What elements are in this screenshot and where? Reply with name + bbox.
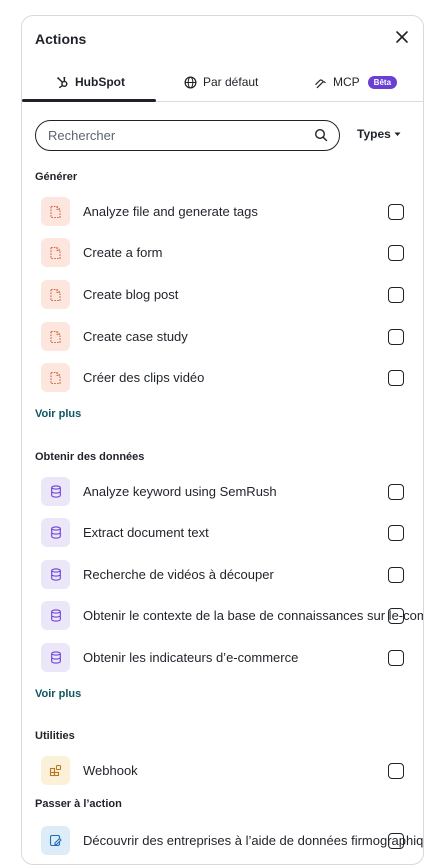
item-checkbox[interactable] bbox=[388, 287, 404, 303]
list-item-label: Webhook bbox=[83, 763, 138, 778]
search-box[interactable] bbox=[35, 120, 340, 151]
list-item-label: Extract document text bbox=[83, 525, 209, 540]
tab-hubspot-label: HubSpot bbox=[75, 75, 125, 89]
document-icon bbox=[41, 280, 70, 309]
tab-bar: HubSpot Par défaut MCP Bêta bbox=[22, 62, 423, 102]
database-icon bbox=[41, 560, 70, 589]
list-item-label: Recherche de vidéos à découper bbox=[83, 567, 274, 582]
webhook-icon bbox=[41, 756, 70, 785]
section-title-utilities: Utilities bbox=[35, 730, 75, 742]
list-item[interactable]: Extract document text bbox=[22, 514, 423, 552]
database-icon bbox=[41, 518, 70, 547]
document-icon bbox=[41, 363, 70, 392]
list-item[interactable]: Analyze file and generate tags bbox=[22, 193, 423, 231]
list-item-label: Créer des clips vidéo bbox=[83, 370, 205, 385]
list-item[interactable]: Analyze keyword using SemRush bbox=[22, 473, 423, 511]
list-item[interactable]: Découvrir des entreprises à l’aide de do… bbox=[22, 822, 423, 860]
item-checkbox[interactable] bbox=[388, 204, 404, 220]
list-item[interactable]: Créer des clips vidéo bbox=[22, 359, 423, 397]
mcp-icon bbox=[315, 78, 326, 88]
list-item[interactable]: Create case study bbox=[22, 318, 423, 356]
section-title-generate: Générer bbox=[35, 171, 78, 183]
item-checkbox[interactable] bbox=[388, 650, 404, 666]
caret-down-icon bbox=[394, 132, 401, 136]
list-item-label: Analyze keyword using SemRush bbox=[83, 484, 277, 499]
item-checkbox[interactable] bbox=[388, 370, 404, 386]
section-title-data: Obtenir des données bbox=[35, 451, 145, 463]
list-item[interactable]: Obtenir les indicateurs d’e-commerce bbox=[22, 639, 423, 677]
actions-panel: Actions HubSpot Par défaut MCP Bêta Rech… bbox=[21, 15, 424, 865]
database-icon bbox=[41, 601, 70, 630]
panel-header: Actions bbox=[22, 16, 423, 62]
types-filter-button[interactable]: Types bbox=[357, 127, 401, 141]
close-icon[interactable] bbox=[394, 29, 410, 45]
tab-mcp[interactable]: MCP Bêta bbox=[314, 62, 398, 102]
tab-hubspot[interactable]: HubSpot bbox=[56, 62, 125, 102]
list-item[interactable]: Create blog post bbox=[22, 276, 423, 314]
item-checkbox[interactable] bbox=[388, 763, 404, 779]
tab-default[interactable]: Par défaut bbox=[184, 62, 258, 102]
beta-badge: Bêta bbox=[367, 75, 398, 89]
list-item-label: Create case study bbox=[83, 329, 188, 344]
item-checkbox[interactable] bbox=[388, 484, 404, 500]
list-item-label: Obtenir le contexte de la base de connai… bbox=[83, 608, 423, 623]
tab-mcp-label: MCP bbox=[333, 75, 360, 89]
tab-default-label: Par défaut bbox=[203, 75, 259, 89]
document-icon bbox=[41, 197, 70, 226]
list-item[interactable]: Webhook bbox=[22, 752, 423, 790]
item-checkbox[interactable] bbox=[388, 525, 404, 541]
list-item-label: Create blog post bbox=[83, 287, 179, 302]
types-filter-label: Types bbox=[357, 127, 391, 141]
list-item-label: Analyze file and generate tags bbox=[83, 204, 258, 219]
search-input[interactable] bbox=[48, 121, 308, 150]
document-icon bbox=[41, 322, 70, 351]
list-item-label: Create a form bbox=[83, 245, 163, 260]
list-item[interactable]: Recherche de vidéos à découper bbox=[22, 556, 423, 594]
section-title-action: Passer à l’action bbox=[35, 798, 122, 810]
list-item[interactable]: Create a form bbox=[22, 234, 423, 272]
list-item-label: Découvrir des entreprises à l’aide de do… bbox=[83, 833, 424, 848]
list-item-label: Obtenir les indicateurs d’e-commerce bbox=[83, 650, 299, 665]
item-checkbox[interactable] bbox=[388, 245, 404, 261]
database-icon bbox=[41, 643, 70, 672]
item-checkbox[interactable] bbox=[388, 833, 404, 849]
hubspot-sprocket-icon bbox=[57, 76, 68, 88]
database-icon bbox=[41, 477, 70, 506]
see-more-generate-link[interactable]: Voir plus bbox=[35, 408, 81, 420]
document-icon bbox=[41, 238, 70, 267]
globe-icon bbox=[184, 76, 197, 88]
list-item[interactable]: Obtenir le contexte de la base de connai… bbox=[22, 597, 423, 635]
see-more-data-link[interactable]: Voir plus bbox=[35, 688, 81, 700]
panel-title: Actions bbox=[35, 31, 87, 47]
item-checkbox[interactable] bbox=[388, 329, 404, 345]
active-tab-indicator bbox=[22, 99, 156, 102]
item-checkbox[interactable] bbox=[388, 608, 404, 624]
item-checkbox[interactable] bbox=[388, 567, 404, 583]
edit-document-icon bbox=[41, 826, 70, 855]
search-icon[interactable] bbox=[314, 128, 328, 142]
